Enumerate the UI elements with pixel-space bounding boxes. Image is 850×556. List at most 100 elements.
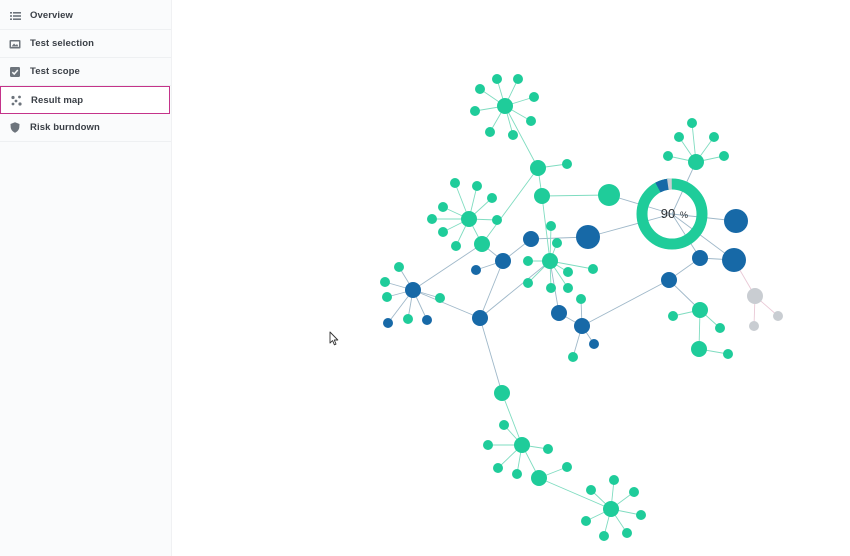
graph-node[interactable]	[526, 116, 536, 126]
sidebar-item-result-map[interactable]: Result map	[0, 86, 170, 114]
graph-node[interactable]	[629, 487, 639, 497]
graph-node[interactable]	[661, 272, 677, 288]
graph-node[interactable]	[722, 248, 746, 272]
graph-node[interactable]	[749, 321, 759, 331]
graph-node[interactable]	[691, 341, 707, 357]
graph-node[interactable]	[438, 202, 448, 212]
result-map-graph[interactable]: 90 %	[172, 0, 850, 556]
graph-node[interactable]	[435, 293, 445, 303]
graph-node[interactable]	[499, 420, 509, 430]
graph-node[interactable]	[724, 209, 748, 233]
graph-node[interactable]	[563, 267, 573, 277]
graph-edge	[479, 260, 551, 319]
graph-node[interactable]	[531, 470, 547, 486]
graph-node[interactable]	[530, 160, 546, 176]
graph-node[interactable]	[380, 277, 390, 287]
graph-node[interactable]	[405, 282, 421, 298]
graph-node[interactable]	[508, 130, 518, 140]
graph-node[interactable]	[450, 178, 460, 188]
graph-node[interactable]	[589, 339, 599, 349]
graph-node[interactable]	[588, 264, 598, 274]
graph-node[interactable]	[598, 184, 620, 206]
graph-node[interactable]	[497, 98, 513, 114]
graph-node[interactable]	[523, 256, 533, 266]
coverage-percent-unit: %	[680, 210, 688, 220]
graph-node[interactable]	[403, 314, 413, 324]
graph-node[interactable]	[492, 215, 502, 225]
graph-node[interactable]	[551, 305, 567, 321]
graph-node[interactable]	[552, 238, 562, 248]
graph-node[interactable]	[709, 132, 719, 142]
graph-node[interactable]	[534, 188, 550, 204]
graph-node[interactable]	[493, 463, 503, 473]
graph-node[interactable]	[475, 84, 485, 94]
graph-node[interactable]	[546, 221, 556, 231]
sidebar-item-test-scope[interactable]: Test scope	[0, 58, 171, 86]
checkbox-icon	[0, 66, 30, 77]
graph-node[interactable]	[687, 118, 697, 128]
graph-node[interactable]	[692, 302, 708, 318]
graph-node[interactable]	[427, 214, 437, 224]
graph-node[interactable]	[485, 127, 495, 137]
graph-node[interactable]	[609, 475, 619, 485]
graph-node[interactable]	[451, 241, 461, 251]
graph-node[interactable]	[472, 181, 482, 191]
graph-node[interactable]	[394, 262, 404, 272]
graph-node[interactable]	[622, 528, 632, 538]
graph-node[interactable]	[523, 231, 539, 247]
graph-node[interactable]	[514, 437, 530, 453]
graph-node[interactable]	[513, 74, 523, 84]
graph-node[interactable]	[523, 278, 533, 288]
graph-node[interactable]	[715, 323, 725, 333]
graph-node[interactable]	[563, 283, 573, 293]
graph-node[interactable]	[461, 211, 477, 227]
graph-node[interactable]	[674, 132, 684, 142]
graph-node[interactable]	[492, 74, 502, 84]
graph-node[interactable]	[562, 159, 572, 169]
graph-node[interactable]	[529, 92, 539, 102]
graph-node[interactable]	[599, 531, 609, 541]
shield-icon	[0, 122, 30, 133]
graph-node[interactable]	[382, 292, 392, 302]
graph-node[interactable]	[568, 352, 578, 362]
graph-node[interactable]	[483, 440, 493, 450]
sidebar-item-label: Test scope	[30, 66, 80, 77]
graph-node[interactable]	[543, 444, 553, 454]
graph-node[interactable]	[688, 154, 704, 170]
graph-node[interactable]	[586, 485, 596, 495]
coverage-percent-value: 90	[661, 206, 675, 221]
graph-node[interactable]	[472, 310, 488, 326]
sidebar-item-overview[interactable]: Overview	[0, 2, 171, 30]
graph-node[interactable]	[438, 227, 448, 237]
coverage-donut[interactable]: 90 %	[631, 173, 712, 254]
graph-node[interactable]	[487, 193, 497, 203]
sidebar-item-test-selection[interactable]: Test selection	[0, 30, 171, 58]
graph-node[interactable]	[692, 250, 708, 266]
mouse-pointer-icon	[329, 331, 339, 351]
graph-node[interactable]	[668, 311, 678, 321]
graph-node[interactable]	[512, 469, 522, 479]
graph-node[interactable]	[576, 294, 586, 304]
graph-node[interactable]	[574, 318, 590, 334]
graph-node[interactable]	[546, 283, 556, 293]
graph-node[interactable]	[581, 516, 591, 526]
graph-node[interactable]	[474, 236, 490, 252]
graph-node[interactable]	[494, 385, 510, 401]
graph-node[interactable]	[542, 253, 558, 269]
graph-node[interactable]	[471, 265, 481, 275]
sidebar-item-risk-burndown[interactable]: Risk burndown	[0, 114, 171, 142]
graph-node[interactable]	[576, 225, 600, 249]
graph-node[interactable]	[562, 462, 572, 472]
graph-node[interactable]	[636, 510, 646, 520]
graph-node[interactable]	[719, 151, 729, 161]
graph-node[interactable]	[470, 106, 480, 116]
graph-node[interactable]	[603, 501, 619, 517]
graph-node[interactable]	[723, 349, 733, 359]
graph-node[interactable]	[663, 151, 673, 161]
graph-node[interactable]	[495, 253, 511, 269]
graph-node[interactable]	[747, 288, 763, 304]
graph-node[interactable]	[773, 311, 783, 321]
graph-node[interactable]	[422, 315, 432, 325]
graph-node[interactable]	[383, 318, 393, 328]
sidebar-item-label: Result map	[31, 94, 84, 106]
